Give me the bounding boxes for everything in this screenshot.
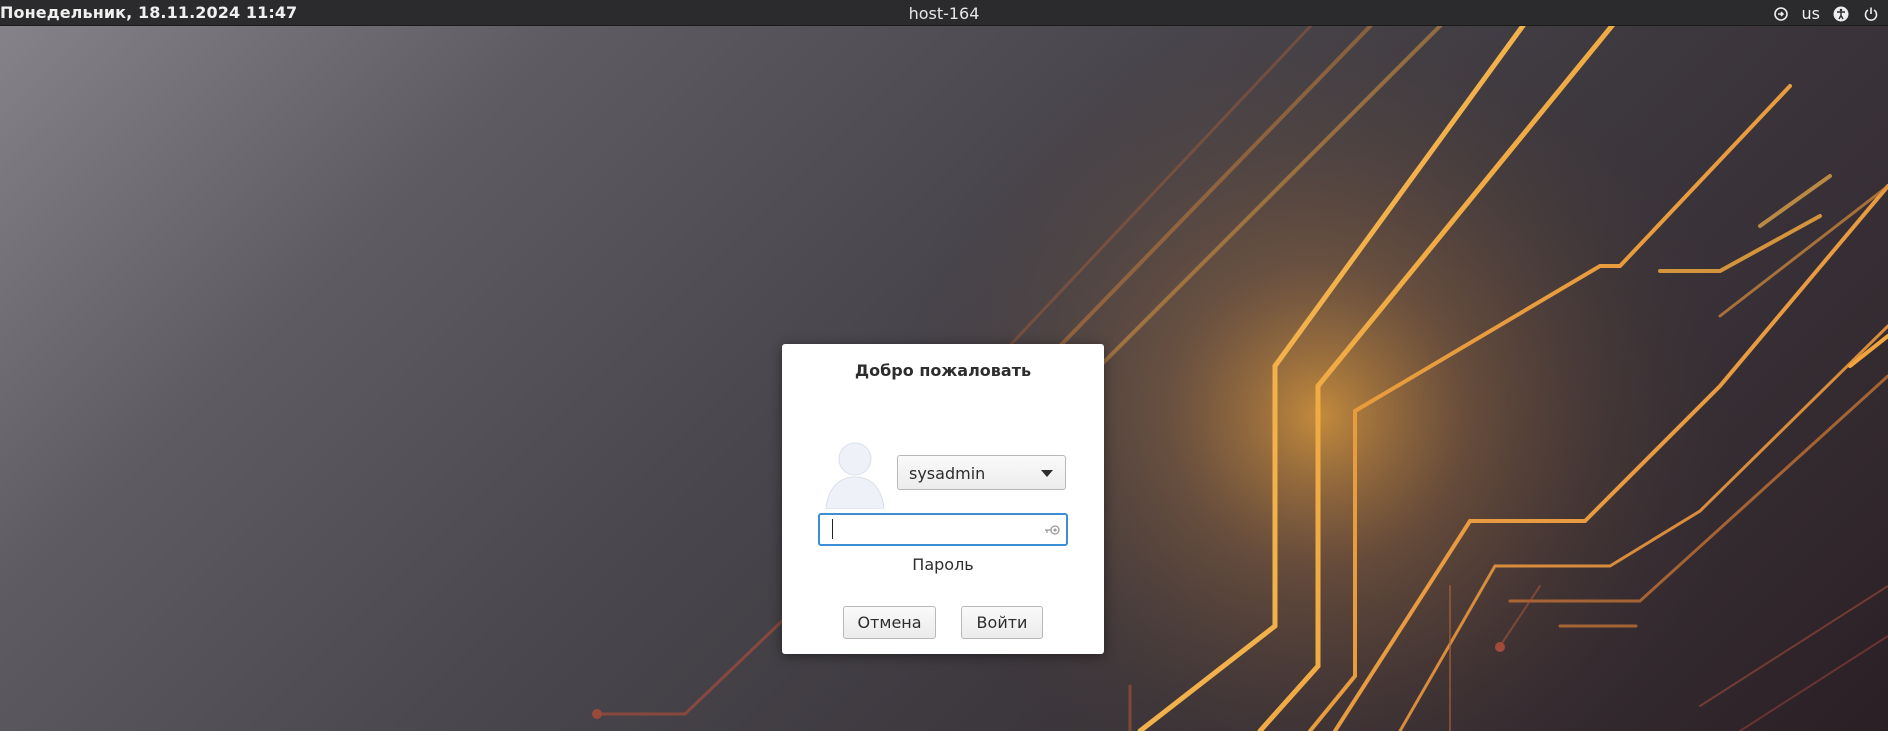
cancel-button[interactable]: Отмена (843, 606, 936, 639)
password-input[interactable] (828, 518, 1032, 544)
accessibility-icon[interactable] (1832, 5, 1850, 23)
session-icon[interactable] (1772, 5, 1790, 23)
login-dialog: Добро пожаловать sysadmin Пароль Отмена … (782, 344, 1104, 654)
user-select[interactable]: sysadmin (897, 455, 1066, 490)
text-caret (832, 519, 833, 539)
selected-user: sysadmin (909, 464, 986, 483)
chevron-down-icon (1041, 470, 1053, 477)
system-tray: us (1760, 4, 1880, 23)
power-icon[interactable] (1862, 5, 1880, 23)
keyboard-layout[interactable]: us (1802, 4, 1820, 23)
clock: Понедельник, 18.11.2024 11:47 (0, 3, 298, 22)
password-field-wrapper (818, 513, 1068, 546)
password-label: Пароль (912, 555, 974, 574)
login-button[interactable]: Войти (961, 606, 1043, 639)
dialog-title: Добро пожаловать (854, 361, 1032, 380)
user-avatar-icon (820, 439, 890, 510)
hostname: host-164 (908, 4, 980, 23)
key-icon (1044, 522, 1060, 541)
top-panel: Понедельник, 18.11.2024 11:47 host-164 u… (0, 0, 1888, 26)
